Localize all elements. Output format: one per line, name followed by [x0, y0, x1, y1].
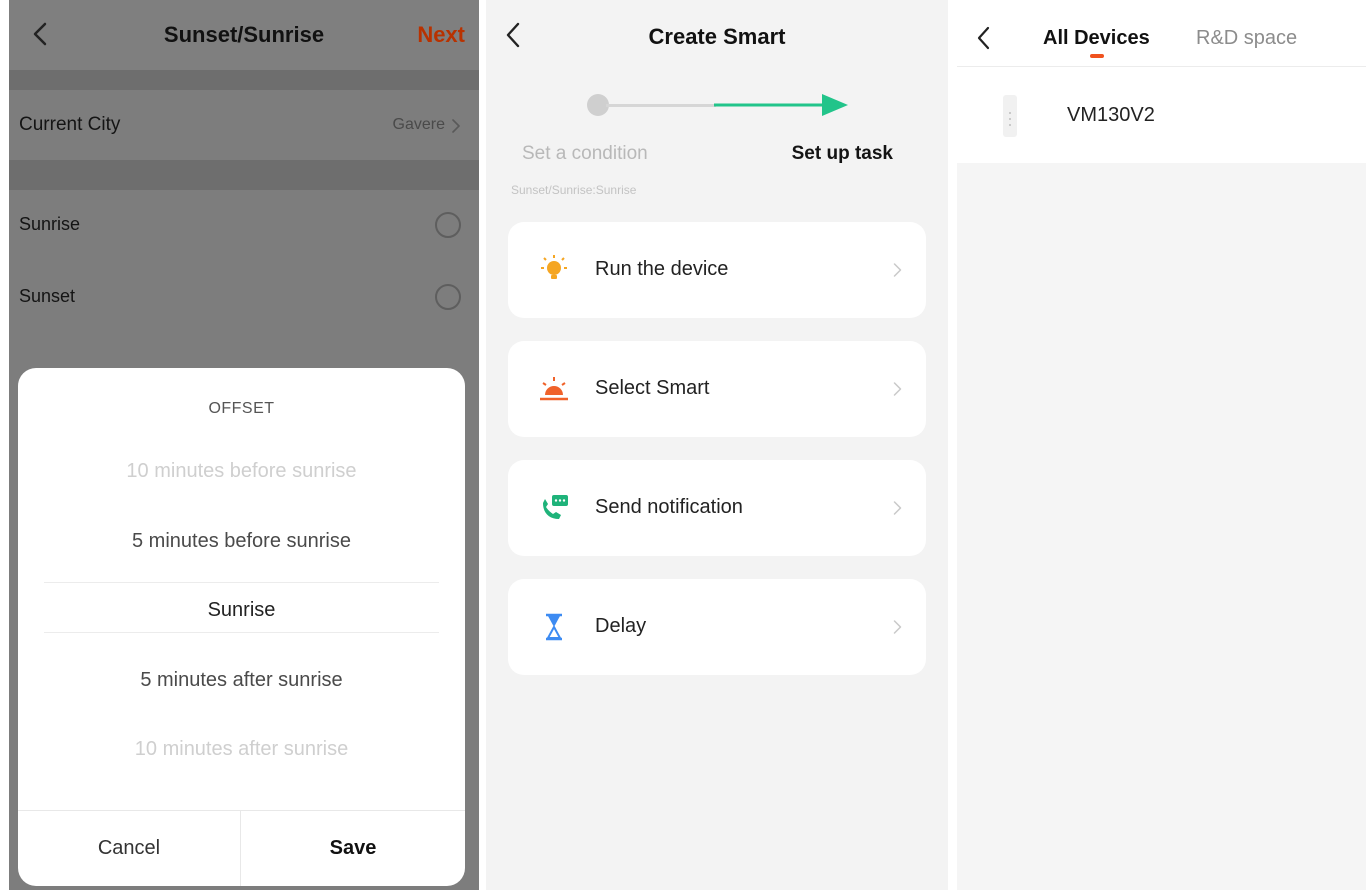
option-label: Sunset [19, 286, 76, 306]
option-sunrise-row[interactable]: Sunrise [9, 190, 479, 260]
task-label: Send notification [595, 496, 743, 518]
current-city-row[interactable]: Current City Gavere [9, 90, 479, 160]
device-icon [1003, 95, 1017, 137]
option-label: Sunrise [19, 214, 81, 234]
current-city-label: Current City [19, 114, 121, 135]
task-send-notification[interactable]: Send notification [508, 460, 926, 556]
offset-option-selected[interactable]: Sunrise [18, 599, 465, 622]
option-list: Sunrise Sunset [9, 190, 479, 330]
phone-message-icon [543, 495, 568, 519]
chevron-right-icon [893, 382, 902, 396]
sunset-sunrise-screen: Sunset/Sunrise Next Current City Gavere … [9, 0, 479, 890]
cancel-button[interactable]: Cancel [18, 810, 240, 886]
tab-rd-space[interactable]: R&D space [1196, 27, 1297, 50]
offset-title: OFFSET [208, 400, 275, 417]
picker-selection-line [44, 632, 439, 633]
radio-button[interactable] [435, 284, 461, 310]
device-name: VM130V2 [1067, 104, 1155, 126]
next-button[interactable]: Next [417, 22, 465, 48]
step-progress-line [606, 104, 716, 107]
hourglass-icon [546, 613, 562, 641]
offset-picker-sheet: OFFSET 10 minutes before sunrise 5 minut… [18, 368, 465, 886]
current-city-value: Gavere [392, 116, 445, 133]
page-title: Create Smart [648, 24, 786, 49]
bulb-icon [541, 255, 567, 279]
page-title: Sunset/Sunrise [163, 22, 325, 47]
option-sunset-row[interactable]: Sunset [9, 260, 479, 330]
chevron-right-icon [893, 501, 902, 515]
offset-option[interactable]: 5 minutes before sunrise [18, 530, 465, 553]
divider [9, 160, 479, 190]
header-bar: Sunset/Sunrise Next [9, 0, 479, 70]
save-button[interactable]: Save [241, 810, 465, 886]
create-smart-screen: Create Smart Set a condition Set up task… [486, 0, 948, 890]
task-select-smart[interactable]: Select Smart [508, 341, 926, 437]
step-label-condition: Set a condition [522, 143, 648, 164]
back-arrow-icon[interactable] [975, 24, 993, 52]
active-tab-indicator [1090, 54, 1104, 58]
tab-bar: All Devices R&D space [957, 0, 1366, 67]
chevron-right-icon [893, 263, 902, 277]
task-label: Delay [595, 615, 647, 637]
radio-button[interactable] [435, 212, 461, 238]
picker-selection-line [44, 582, 439, 583]
task-label: Select Smart [595, 377, 710, 399]
condition-summary: Sunset/Sunrise:Sunrise [511, 183, 637, 197]
chevron-right-icon [893, 620, 902, 634]
task-delay[interactable]: Delay [508, 579, 926, 675]
device-list-screen: All Devices R&D space VM130V2 [957, 0, 1366, 890]
offset-option[interactable]: 5 minutes after sunrise [18, 669, 465, 692]
step-arrow-icon [714, 94, 848, 116]
device-row[interactable]: VM130V2 [957, 67, 1366, 163]
offset-option[interactable]: 10 minutes before sunrise [18, 460, 465, 483]
divider [9, 70, 479, 90]
chevron-right-icon [452, 119, 460, 133]
sunrise-icon [540, 377, 568, 401]
step-label-task: Set up task [791, 143, 893, 164]
task-label: Run the device [595, 258, 729, 280]
task-run-device[interactable]: Run the device [508, 222, 926, 318]
offset-option[interactable]: 10 minutes after sunrise [18, 738, 465, 761]
tab-all-devices[interactable]: All Devices [1043, 27, 1150, 50]
